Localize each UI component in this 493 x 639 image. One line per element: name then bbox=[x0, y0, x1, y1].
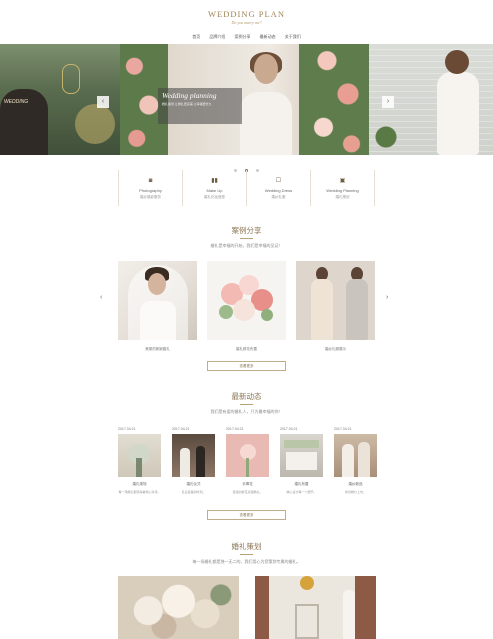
bride-back-photo bbox=[433, 50, 483, 155]
news-title-divider bbox=[240, 404, 253, 405]
cases-prev-button[interactable]: ‹ bbox=[100, 294, 102, 301]
planning-title-divider bbox=[240, 554, 253, 555]
case-caption[interactable]: 婚礼鲜花布置 bbox=[207, 347, 286, 352]
service-makeup[interactable]: ▮▮ Make Up 婚礼化妆造型 bbox=[182, 170, 246, 206]
news-more-button[interactable]: 查看更多 bbox=[207, 510, 286, 520]
news-card[interactable]: 2017.04.21 婚礼现场 每一场婚礼都值得被用心对待。 bbox=[118, 427, 161, 495]
plan-icon: ▣ bbox=[339, 178, 346, 184]
news-image[interactable] bbox=[334, 434, 377, 477]
service-wedding-dress[interactable]: ☐ Wedding Dress 婚纱礼服 bbox=[246, 170, 310, 206]
news-summary: 新款婚纱上市。 bbox=[344, 490, 366, 494]
nav-item-cases[interactable]: 案例分享 bbox=[235, 34, 251, 40]
planning-image[interactable] bbox=[255, 576, 376, 639]
cases-next-button[interactable]: › bbox=[386, 294, 388, 301]
banner-prev-button[interactable]: ‹ bbox=[97, 96, 109, 108]
news-title[interactable]: 婚纱新品 bbox=[334, 482, 377, 487]
nav-item-home[interactable]: 首页 bbox=[192, 34, 200, 40]
plant-decoration bbox=[373, 119, 399, 155]
lantern-decoration bbox=[62, 64, 80, 94]
news-date: 2017.04.21 bbox=[280, 427, 298, 431]
service-sublabel: 婚礼化妆造型 bbox=[204, 195, 225, 199]
service-sublabel: 婚纱礼服 bbox=[271, 195, 286, 199]
news-title[interactable]: 婚礼布置 bbox=[280, 482, 323, 487]
nav-item-about[interactable]: 关于我们 bbox=[285, 34, 301, 40]
nav-item-brand[interactable]: 品牌介绍 bbox=[209, 34, 225, 40]
case-caption[interactable]: 婚纱礼服展示 bbox=[296, 347, 375, 352]
planning-image[interactable] bbox=[118, 576, 239, 639]
news-date: 2017.04.21 bbox=[118, 427, 136, 431]
news-card[interactable]: 2017.04.21 婚礼仪式 见证最美的时刻。 bbox=[172, 427, 215, 495]
case-caption[interactable]: 美丽的新娘婚礼 bbox=[118, 347, 197, 352]
news-image[interactable] bbox=[118, 434, 161, 477]
news-title[interactable]: 婚礼现场 bbox=[118, 482, 161, 487]
news-date: 2017.04.21 bbox=[226, 427, 244, 431]
header: WEDDING PLAN Do you marry me? 首页 品牌介绍 案例… bbox=[0, 0, 493, 44]
nav-item-news[interactable]: 最新动态 bbox=[260, 34, 276, 40]
news-date: 2017.04.21 bbox=[334, 427, 352, 431]
news-title[interactable]: 婚礼仪式 bbox=[172, 482, 215, 487]
camera-icon: ◙ bbox=[148, 178, 153, 184]
banner-caption: Wedding planning 婚礼策划 让婚礼更完美 让幸福更长久 bbox=[158, 88, 242, 124]
service-wedding-planning[interactable]: ▣ Wedding Planning 婚礼策划 bbox=[310, 170, 375, 206]
news-description: 我们是有爱的婚礼人，只为最幸福的你！ bbox=[210, 409, 283, 414]
logo[interactable]: WEDDING PLAN Do you marry me? bbox=[0, 9, 493, 25]
bride-photo bbox=[236, 52, 296, 155]
news-card[interactable]: 2017.04.21 婚礼布置 精心设计每一个细节。 bbox=[280, 427, 323, 495]
case-card[interactable]: 美丽的新娘婚礼 bbox=[118, 261, 197, 352]
service-photography[interactable]: ◙ Photography 婚纱摄影服务 bbox=[118, 170, 182, 206]
news-card[interactable]: 2017.04.21 手捧花 浪漫的鲜花点缀婚礼。 bbox=[226, 427, 269, 495]
main-nav: 首页 品牌介绍 案例分享 最新动态 关于我们 bbox=[0, 34, 493, 40]
news-summary: 每一场婚礼都值得被用心对待。 bbox=[118, 490, 161, 494]
service-label: Wedding Dress bbox=[264, 188, 293, 193]
dress-icon: ☐ bbox=[275, 178, 282, 184]
news-summary: 见证最美的时刻。 bbox=[181, 490, 206, 494]
page: WEDDING PLAN Do you marry me? 首页 品牌介绍 案例… bbox=[0, 0, 493, 639]
news-title: 最新动态 bbox=[231, 392, 262, 401]
planning-description: 每一场婚礼都是独一无二的，我们用心为您策划专属的婚礼。 bbox=[192, 559, 301, 564]
news-image[interactable] bbox=[172, 434, 215, 477]
logo-tagline: Do you marry me? bbox=[231, 20, 262, 25]
banner-carousel[interactable]: WEDDING Wedding planning 婚礼策划 让婚礼更完美 让幸福… bbox=[0, 44, 493, 155]
case-image[interactable] bbox=[207, 261, 286, 340]
news-image[interactable] bbox=[280, 434, 323, 477]
cases-title: 案例分享 bbox=[231, 226, 262, 235]
service-label: Wedding Planning bbox=[326, 188, 359, 193]
banner-next-button[interactable]: › bbox=[382, 96, 394, 108]
news-image[interactable] bbox=[226, 434, 269, 477]
news-card[interactable]: 2017.04.21 婚纱新品 新款婚纱上市。 bbox=[334, 427, 377, 495]
news-title[interactable]: 手捧花 bbox=[226, 482, 269, 487]
banner-caption-subtitle: 婚礼策划 让婚礼更完美 让幸福更长久 bbox=[162, 102, 212, 106]
cases-description: 婚礼是幸福的开始，我们是幸福的见证！ bbox=[210, 243, 283, 248]
news-date: 2017.04.21 bbox=[172, 427, 190, 431]
logo-title: WEDDING PLAN bbox=[208, 9, 285, 19]
case-card[interactable]: 婚礼鲜花布置 bbox=[207, 261, 286, 352]
planning-title: 婚礼策划 bbox=[231, 542, 262, 551]
chart-icon: ▮▮ bbox=[211, 178, 218, 184]
service-sublabel: 婚纱摄影服务 bbox=[140, 195, 161, 199]
service-label: Photography bbox=[139, 188, 162, 193]
news-summary: 精心设计每一个细节。 bbox=[286, 490, 317, 494]
banner-caption-title: Wedding planning bbox=[162, 91, 217, 100]
cases-more-button[interactable]: 查看更多 bbox=[207, 361, 286, 371]
case-image[interactable] bbox=[296, 261, 375, 340]
flower-decoration bbox=[75, 104, 115, 144]
case-card[interactable]: 婚纱礼服展示 bbox=[296, 261, 375, 352]
services-bar: ◙ Photography 婚纱摄影服务 ▮▮ Make Up 婚礼化妆造型 ☐… bbox=[118, 170, 375, 206]
case-image[interactable] bbox=[118, 261, 197, 340]
service-label: Make Up bbox=[206, 188, 223, 193]
flower-wall-right bbox=[299, 44, 369, 155]
cases-title-divider bbox=[240, 238, 253, 239]
banner-left-text: WEDDING bbox=[4, 99, 29, 105]
news-summary: 浪漫的鲜花点缀婚礼。 bbox=[232, 490, 263, 494]
service-sublabel: 婚礼策划 bbox=[335, 195, 350, 199]
banner-slide-active: Wedding planning 婚礼策划 让婚礼更完美 让幸福更长久 bbox=[120, 44, 369, 155]
